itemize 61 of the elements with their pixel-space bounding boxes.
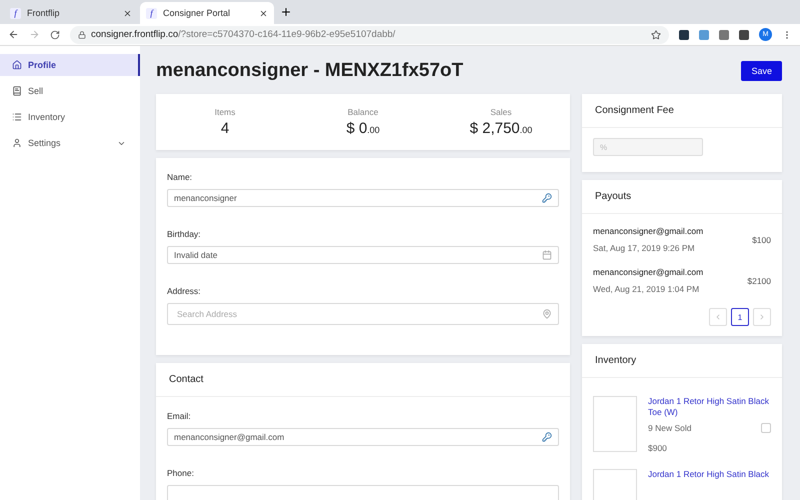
sidebar-item[interactable]: Inventory — [0, 106, 140, 128]
input-field[interactable]: menanconsigner — [167, 189, 559, 207]
product-detail: 9 New Sold — [648, 422, 692, 433]
book-icon — [12, 86, 22, 96]
checkbox[interactable] — [761, 422, 771, 433]
payout-date: Wed, Aug 21, 2019 1:04 PM — [593, 284, 700, 294]
payout-amount: $2100 — [747, 276, 771, 286]
key-icon — [542, 432, 552, 442]
card-title: Contact — [169, 374, 204, 385]
stat-value: $ 0.00 — [346, 120, 380, 137]
close-icon[interactable] — [123, 8, 132, 18]
payout-date: Sat, Aug 17, 2019 9:26 PM — [593, 243, 696, 253]
product-link[interactable]: Jordan 1 Retor High Satin Black Toe (W) — [648, 396, 771, 419]
key-icon — [542, 193, 552, 203]
stat-label: Items — [214, 107, 236, 117]
favicon-icon: f — [146, 8, 157, 18]
card-title: Payouts — [595, 191, 632, 202]
card-title: Inventory — [595, 355, 636, 366]
product-link[interactable]: Jordan 1 Retor High Satin Black — [648, 468, 771, 480]
input-field[interactable]: Invalid date — [167, 246, 559, 264]
stat-label: Balance — [348, 107, 378, 117]
card-title: Consignment Fee — [595, 105, 674, 116]
browser-tab[interactable]: f Frontflip — [4, 2, 138, 24]
input-field[interactable]: menanconsigner@gmail.com — [167, 428, 559, 446]
sidebar-item[interactable]: Sell — [0, 80, 140, 102]
payout-email: menanconsigner@gmail.com — [593, 267, 704, 277]
favicon-icon: f — [10, 8, 21, 18]
field-label: Address: — [167, 286, 202, 296]
payout-amount: $100 — [752, 234, 771, 244]
sidebar-item[interactable]: Settings — [0, 132, 140, 154]
chevron-left-icon — [714, 313, 722, 321]
save-button[interactable]: Save — [741, 61, 782, 81]
lock-icon — [78, 30, 86, 38]
page-button[interactable]: 1 — [731, 308, 749, 326]
map-pin-icon — [542, 309, 552, 319]
stat-value: $ 2,750.00 — [470, 120, 532, 137]
new-tab-icon[interactable] — [280, 6, 292, 18]
field-label: Email: — [167, 411, 192, 421]
url-text: consigner.frontflip.co/?store=c5704370-c164-11e9-96b2-e95e5107dabb/ — [91, 29, 396, 40]
address-bar[interactable]: consigner.frontflip.co/?store=c5704370-c164-11e9-96b2-e95e5107dabb/ — [70, 26, 669, 44]
stat-label: Sales — [490, 107, 512, 117]
back-icon[interactable] — [8, 29, 19, 40]
stat-value: 4 — [220, 120, 230, 137]
home-icon — [12, 60, 22, 70]
page-title: menanconsigner - MENXZ1fx57oT — [156, 60, 464, 82]
product-price: $900 — [648, 442, 668, 453]
user-icon — [12, 138, 22, 148]
field-label: Phone: — [167, 468, 195, 478]
field-label: Birthday: — [167, 229, 202, 239]
star-icon[interactable] — [651, 30, 661, 40]
payout-email: menanconsigner@gmail.com — [593, 226, 704, 236]
calendar-icon — [542, 250, 552, 260]
close-icon[interactable] — [259, 8, 268, 18]
field-label: Name: — [167, 172, 194, 182]
reload-icon[interactable] — [50, 30, 60, 40]
input-field[interactable] — [167, 485, 559, 500]
product-image-placeholder — [593, 396, 637, 452]
list-icon — [12, 112, 22, 122]
browser-tab[interactable]: f Consigner Portal — [140, 2, 274, 24]
sidebar-item[interactable]: Profile — [0, 54, 140, 76]
chevron-right-icon — [758, 313, 766, 321]
